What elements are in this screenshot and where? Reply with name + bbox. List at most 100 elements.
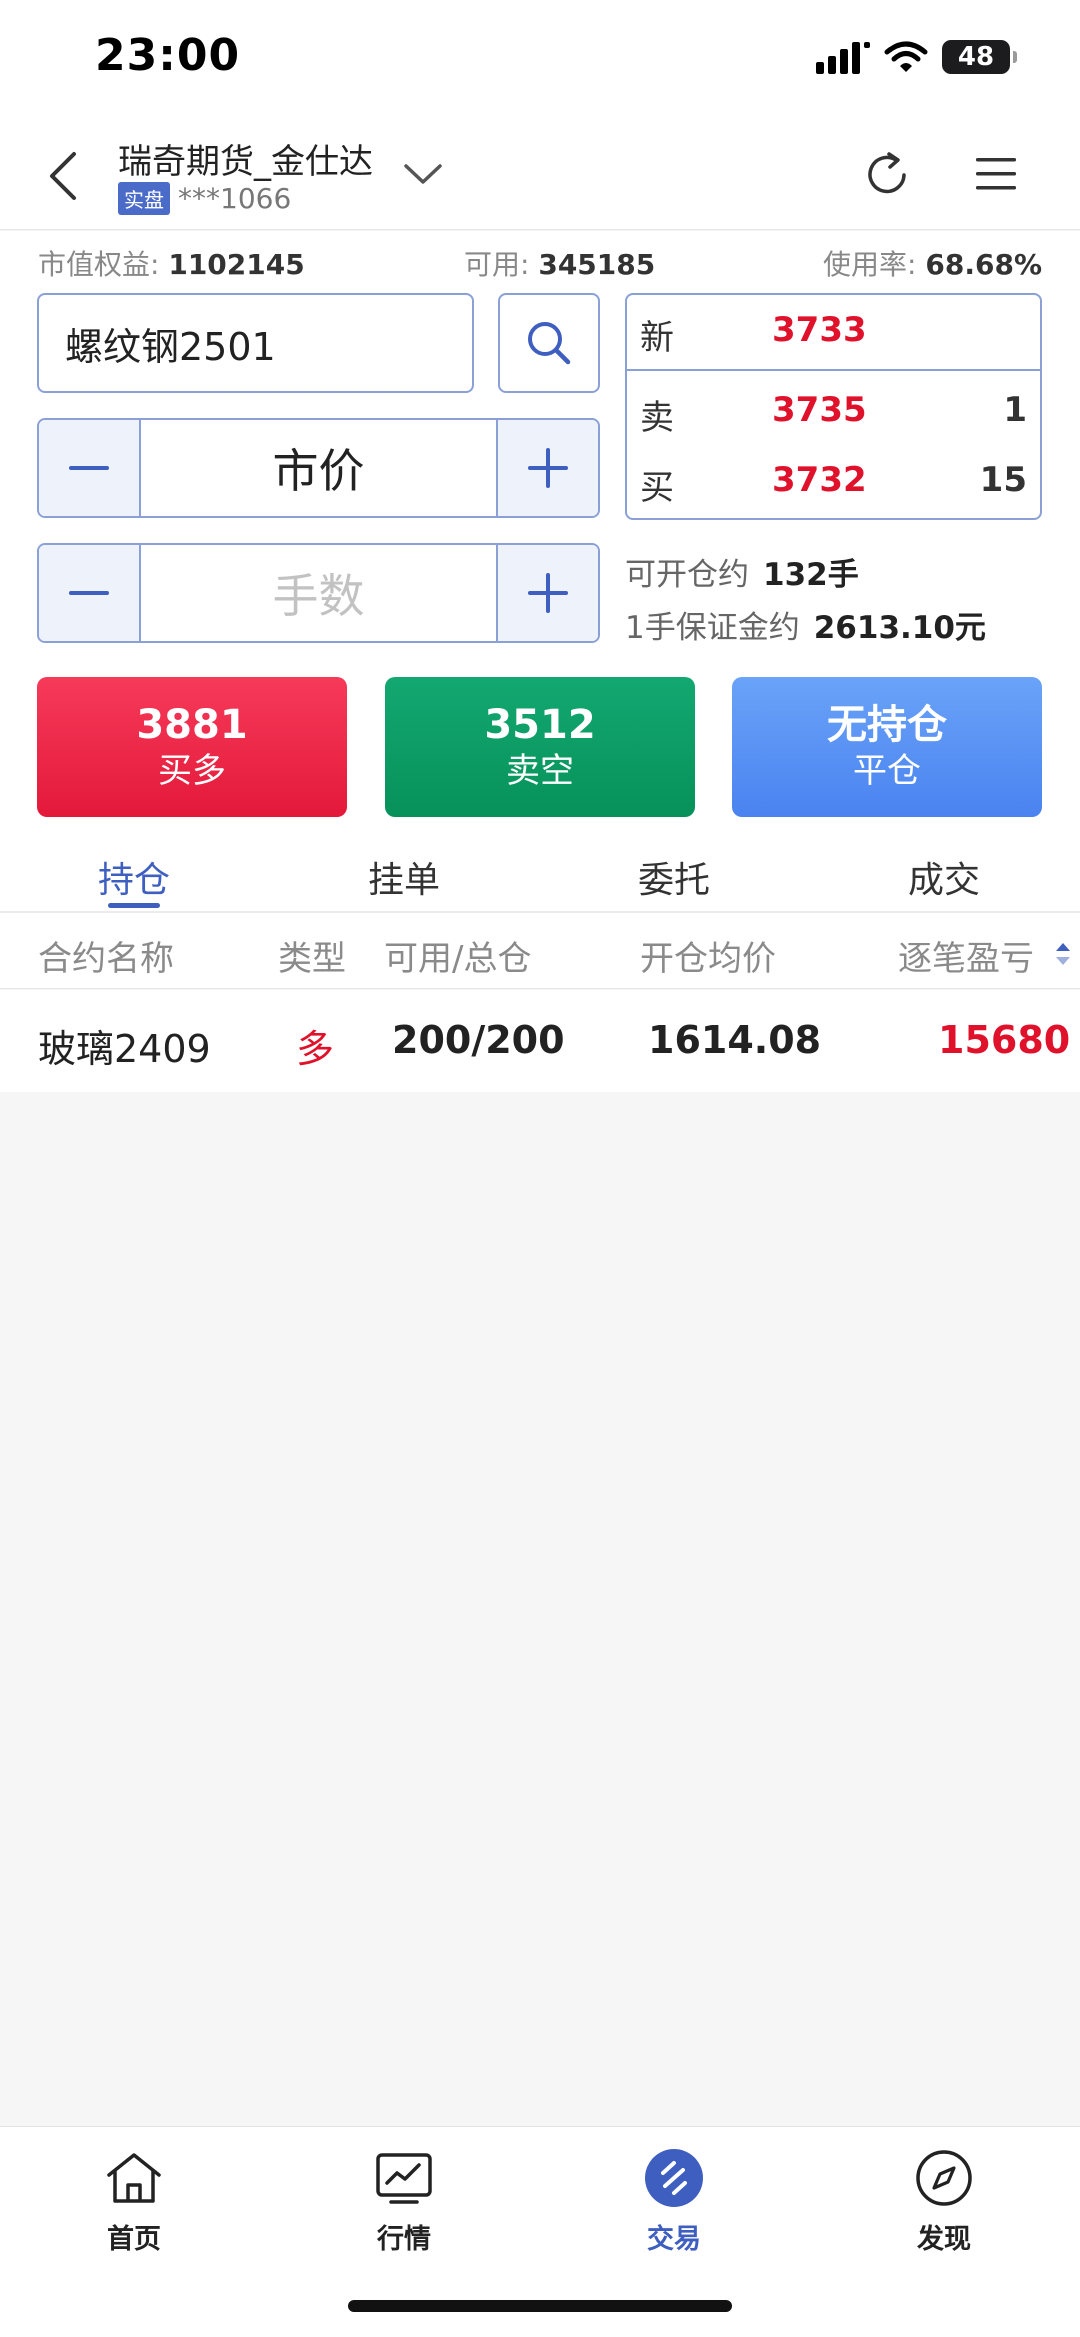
ask-price[interactable]: 3735 bbox=[772, 390, 867, 430]
cellular-signal-icon bbox=[816, 42, 870, 74]
account-info: 实盘 ***1066 bbox=[118, 182, 291, 215]
last-label: 新 bbox=[640, 318, 674, 358]
available-value: 345185 bbox=[538, 248, 656, 281]
plus-icon bbox=[528, 573, 568, 613]
menu-icon[interactable] bbox=[974, 152, 1018, 196]
nav-market[interactable]: 行情 bbox=[324, 2147, 484, 2256]
usage-value: 68.68% bbox=[925, 248, 1042, 281]
sell-short-price: 3512 bbox=[484, 702, 596, 748]
price-plus-button[interactable] bbox=[496, 420, 598, 516]
chevron-down-icon[interactable] bbox=[400, 154, 446, 194]
quantity-plus-button[interactable] bbox=[496, 545, 598, 641]
column-pnl[interactable]: 逐笔盈亏 bbox=[898, 931, 1034, 980]
column-avg-price: 开仓均价 bbox=[640, 939, 776, 979]
sell-short-label: 卖空 bbox=[506, 751, 574, 791]
account-name[interactable]: 瑞奇期货_金仕达 bbox=[118, 134, 373, 183]
home-icon bbox=[103, 2147, 165, 2209]
bid-price[interactable]: 3732 bbox=[772, 460, 867, 500]
search-icon bbox=[528, 322, 571, 365]
tab-trades[interactable]: 成交 bbox=[908, 851, 980, 903]
price-stepper: 市价 bbox=[37, 418, 600, 518]
nav-home[interactable]: 首页 bbox=[54, 2147, 214, 2256]
position-avg-price: 1614.08 bbox=[648, 1018, 822, 1062]
tab-orders[interactable]: 委托 bbox=[638, 851, 710, 903]
price-mode[interactable]: 市价 bbox=[141, 420, 496, 516]
price-minus-button[interactable] bbox=[39, 420, 141, 516]
wifi-icon bbox=[884, 41, 928, 72]
plus-icon bbox=[528, 448, 568, 488]
tab-positions[interactable]: 持仓 bbox=[98, 851, 170, 903]
buy-long-button[interactable]: 3881 买多 bbox=[37, 677, 347, 817]
ask-row: 卖 3735 1 bbox=[627, 375, 1040, 445]
nav-trade-label: 交易 bbox=[647, 2224, 701, 2255]
status-time: 23:00 bbox=[95, 30, 241, 81]
minus-icon bbox=[69, 573, 109, 613]
open-capacity: 可开仓约 132手 bbox=[625, 549, 859, 594]
nav-trade[interactable]: 交易 bbox=[594, 2147, 754, 2256]
tab-pending-orders[interactable]: 挂单 bbox=[368, 851, 440, 903]
quote-divider bbox=[627, 369, 1040, 371]
open-capacity-label: 可开仓约 bbox=[625, 557, 749, 593]
margin-per-lot: 1手保证金约 2613.10元 bbox=[625, 602, 986, 647]
active-tab-indicator bbox=[108, 903, 160, 908]
equity: 市值权益: 1102145 bbox=[38, 243, 305, 283]
position-type: 多 bbox=[296, 1027, 335, 1071]
position-contract: 玻璃2409 bbox=[38, 1027, 211, 1071]
last-price-row: 新 3733 bbox=[627, 295, 1040, 365]
equity-value: 1102145 bbox=[168, 248, 305, 281]
trade-icon bbox=[643, 2147, 705, 2209]
status-bar: 23:00 48 bbox=[0, 0, 1080, 120]
table-row[interactable]: 玻璃2409 多 200/200 1614.08 15680 bbox=[0, 990, 1080, 1092]
usage-label: 使用率: bbox=[823, 248, 917, 281]
bid-row: 买 3732 15 bbox=[627, 445, 1040, 515]
sell-short-button[interactable]: 3512 卖空 bbox=[385, 677, 695, 817]
quantity-minus-button[interactable] bbox=[39, 545, 141, 641]
margin-label: 1手保证金约 bbox=[625, 610, 800, 646]
equity-label: 市值权益: bbox=[38, 248, 160, 281]
account-number: ***1066 bbox=[178, 182, 292, 215]
close-position-status: 无持仓 bbox=[827, 702, 947, 748]
position-pnl: 15680 bbox=[938, 1018, 1071, 1062]
column-position: 可用/总仓 bbox=[384, 939, 532, 979]
bid-label: 买 bbox=[640, 468, 674, 508]
column-contract: 合约名称 bbox=[38, 939, 174, 979]
live-badge: 实盘 bbox=[118, 182, 170, 215]
compass-icon bbox=[913, 2147, 975, 2209]
position-quantity: 200/200 bbox=[392, 1018, 565, 1062]
minus-icon bbox=[69, 448, 109, 488]
ask-label: 卖 bbox=[640, 398, 674, 438]
quote-panel: 新 3733 卖 3735 1 买 3732 15 bbox=[625, 293, 1042, 520]
refresh-icon[interactable] bbox=[862, 150, 912, 200]
last-price[interactable]: 3733 bbox=[772, 310, 867, 350]
battery-icon: 48 bbox=[942, 40, 1017, 74]
nav-discover-label: 发现 bbox=[917, 2224, 971, 2255]
quantity-input[interactable]: 手数 bbox=[141, 545, 496, 641]
contract-input[interactable]: 螺纹钢2501 bbox=[37, 293, 474, 393]
table-header: 合约名称 类型 可用/总仓 开仓均价 逐笔盈亏 bbox=[0, 913, 1080, 989]
sort-icon[interactable] bbox=[1053, 941, 1073, 967]
buy-long-price: 3881 bbox=[136, 702, 248, 748]
open-capacity-value: 132手 bbox=[763, 557, 859, 593]
search-button[interactable] bbox=[498, 293, 600, 393]
ask-qty: 1 bbox=[1003, 390, 1027, 430]
market-chart-icon bbox=[373, 2147, 435, 2209]
home-indicator[interactable] bbox=[348, 2300, 732, 2312]
close-position-label: 平仓 bbox=[853, 751, 921, 791]
available-funds: 可用: 345185 bbox=[464, 243, 655, 283]
header: 瑞奇期货_金仕达 实盘 ***1066 bbox=[0, 120, 1080, 230]
back-icon[interactable] bbox=[40, 146, 90, 206]
buy-long-label: 买多 bbox=[158, 751, 226, 791]
close-position-button[interactable]: 无持仓 平仓 bbox=[732, 677, 1042, 817]
bid-qty: 15 bbox=[979, 460, 1027, 500]
funds-row: 市值权益: 1102145 可用: 345185 使用率: 68.68% bbox=[38, 243, 1042, 287]
status-icons: 48 bbox=[816, 40, 1017, 74]
position-tabs: 持仓 挂单 委托 成交 bbox=[0, 841, 1080, 913]
nav-discover[interactable]: 发现 bbox=[864, 2147, 1024, 2256]
nav-home-label: 首页 bbox=[107, 2224, 161, 2255]
available-label: 可用: bbox=[464, 248, 530, 281]
column-type: 类型 bbox=[278, 939, 346, 979]
quantity-stepper: 手数 bbox=[37, 543, 600, 643]
order-panel: 市值权益: 1102145 可用: 345185 使用率: 68.68% 螺纹钢… bbox=[0, 231, 1080, 841]
margin-value: 2613.10元 bbox=[813, 610, 986, 646]
nav-market-label: 行情 bbox=[377, 2224, 431, 2255]
